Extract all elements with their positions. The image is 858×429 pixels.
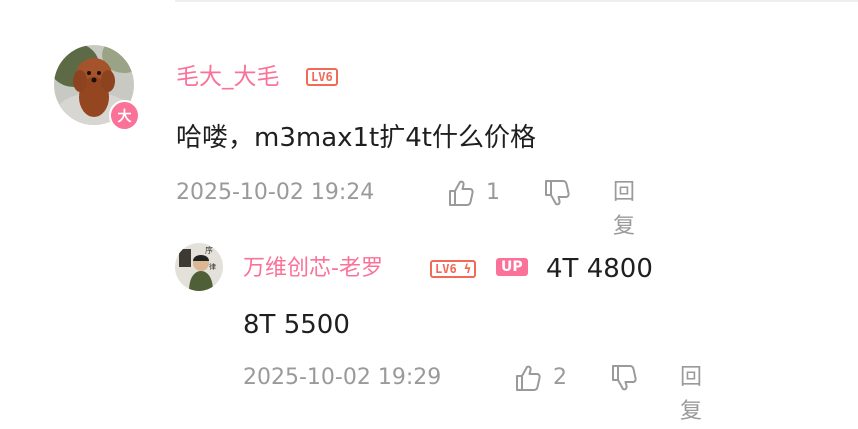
reply-timestamp: 2025-10-02 19:29 bbox=[243, 365, 442, 390]
reply-button[interactable]: 回复 bbox=[613, 176, 635, 244]
comment-thread: 大 毛大_大毛 LV6 哈喽，m3max1t扩4t什么价格 2025-10-02… bbox=[0, 0, 858, 424]
thumb-down-icon[interactable] bbox=[609, 363, 639, 393]
reply-content-line-1: 4T 4800 bbox=[546, 254, 653, 284]
like-count: 1 bbox=[486, 180, 500, 205]
reply-like-count: 2 bbox=[553, 365, 567, 390]
svg-text:律: 律 bbox=[209, 262, 216, 271]
reply-button[interactable]: 回复 bbox=[680, 361, 702, 429]
thumb-up-icon[interactable] bbox=[446, 178, 476, 208]
up-badge: UP bbox=[496, 258, 528, 276]
reply-level-badge: LV6 ϟ bbox=[430, 260, 477, 278]
thumb-down-icon[interactable] bbox=[542, 178, 572, 208]
thumb-up-icon[interactable] bbox=[513, 363, 543, 393]
lightning-icon: ϟ bbox=[456, 262, 472, 276]
reply-username[interactable]: 万维创芯-老罗 bbox=[243, 254, 383, 284]
reply-level-text: LV6 bbox=[435, 262, 457, 276]
level-badge: LV6 bbox=[306, 68, 338, 86]
username[interactable]: 毛大_大毛 bbox=[176, 62, 280, 92]
comment-content: 哈喽，m3max1t扩4t什么价格 bbox=[176, 123, 536, 153]
user-avatar[interactable]: 大 bbox=[54, 45, 140, 131]
avatar-badge: 大 bbox=[109, 100, 140, 131]
reply-user-avatar[interactable]: 序 律 bbox=[175, 243, 223, 291]
reply-content-line-2: 8T 5500 bbox=[243, 310, 350, 340]
svg-text:序: 序 bbox=[205, 245, 213, 255]
comment-timestamp: 2025-10-02 19:24 bbox=[176, 180, 375, 205]
